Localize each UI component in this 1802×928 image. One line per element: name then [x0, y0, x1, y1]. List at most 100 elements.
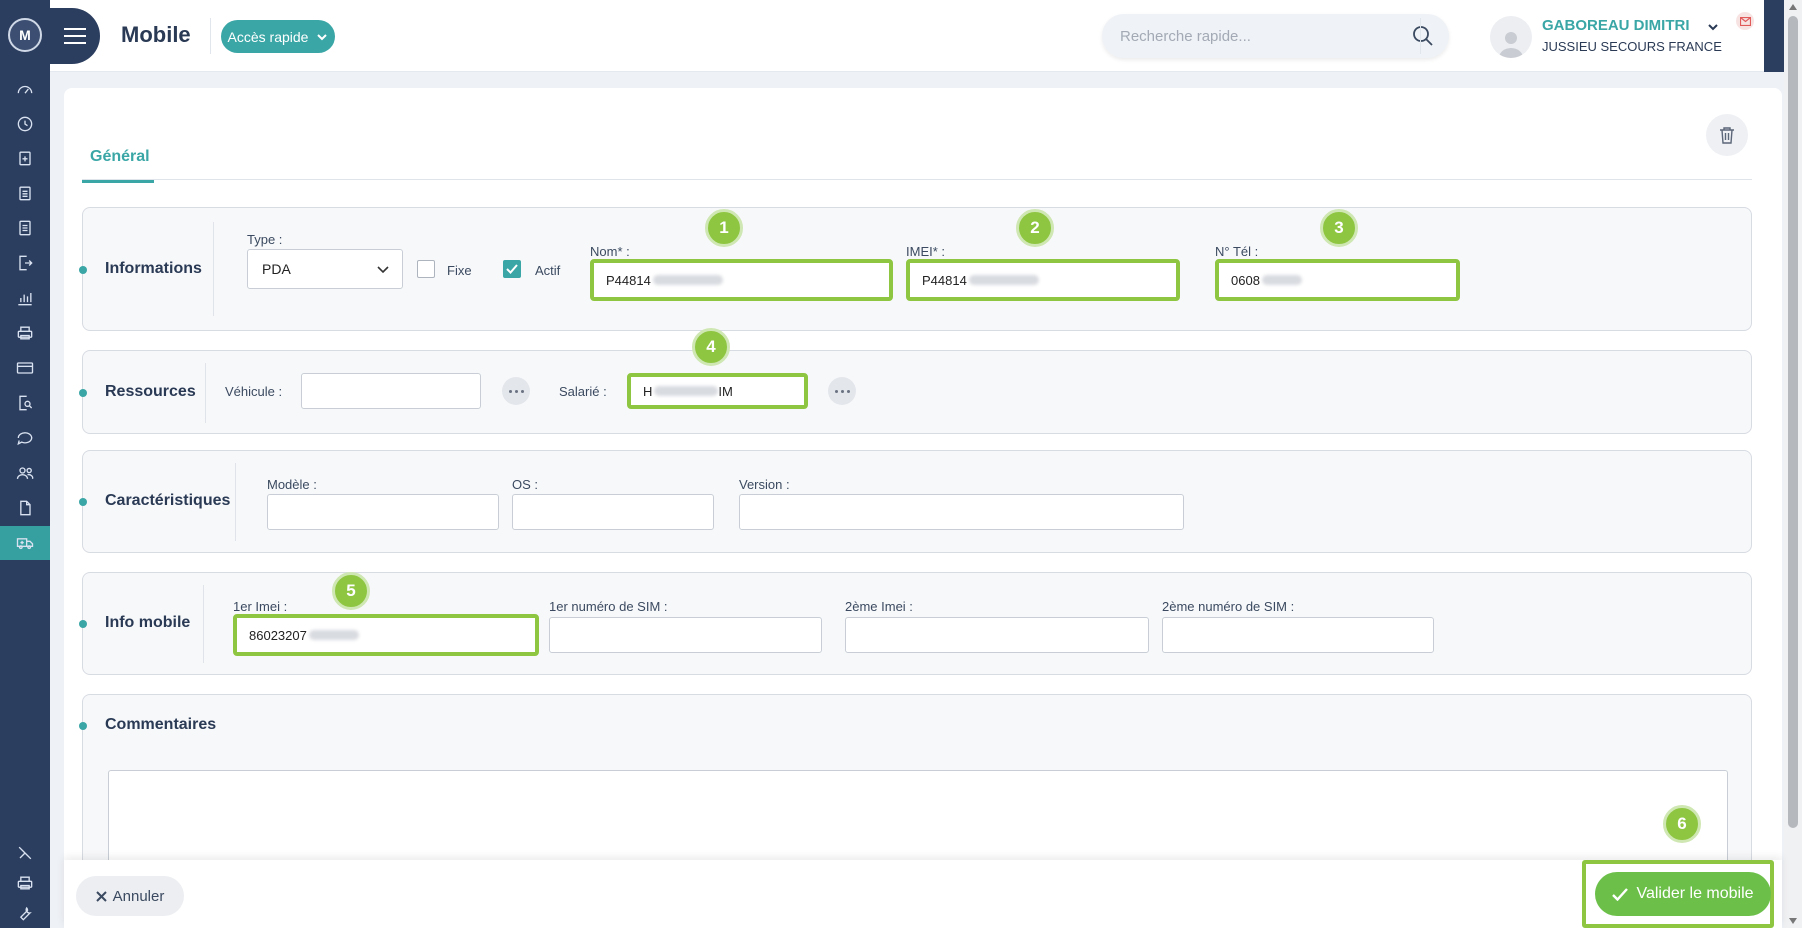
wrench-icon[interactable]	[0, 896, 50, 928]
section-title: Informations	[105, 260, 202, 277]
salarie-label: Salarié :	[559, 384, 607, 399]
imei1-input[interactable]: 86023207	[233, 614, 539, 656]
imei1-label: 1er Imei :	[233, 599, 288, 614]
scroll-up-icon[interactable]	[1789, 4, 1797, 10]
scrollbar-thumb[interactable]	[1788, 16, 1798, 828]
ambulance-icon[interactable]	[0, 526, 50, 560]
chevron-down-icon	[317, 33, 328, 40]
mail-icon[interactable]	[1736, 12, 1754, 30]
redacted-text	[654, 386, 719, 396]
tab-general[interactable]: Général	[90, 148, 150, 166]
section-title: Caractéristiques	[105, 492, 231, 509]
imei-label: IMEI* :	[906, 244, 946, 259]
vehicule-input[interactable]	[301, 373, 481, 409]
search-input[interactable]	[1120, 22, 1380, 50]
type-label: Type :	[247, 232, 283, 247]
fixe-label: Fixe	[447, 263, 472, 278]
section-bullet	[79, 266, 87, 274]
scroll-down-icon[interactable]	[1789, 918, 1797, 924]
check-icon	[1612, 887, 1629, 901]
vehicule-label: Véhicule :	[225, 384, 283, 399]
imei2-input[interactable]	[845, 617, 1149, 653]
tools-icon[interactable]	[0, 836, 50, 870]
printer-icon[interactable]	[0, 316, 50, 350]
step-badge-6: 6	[1663, 805, 1701, 843]
clipboard-plus-icon[interactable]	[0, 141, 50, 175]
sim1-label: 1er numéro de SIM :	[549, 599, 668, 614]
menu-toggle-button[interactable]	[50, 8, 100, 64]
quick-search	[1102, 14, 1449, 58]
step-badge-5: 5	[332, 572, 370, 610]
modele-input[interactable]	[267, 494, 499, 530]
sim2-input[interactable]	[1162, 617, 1434, 653]
salarie-input[interactable]: H IM	[627, 373, 808, 409]
cancel-button[interactable]: Annuler	[76, 876, 184, 916]
users-icon[interactable]	[0, 456, 50, 490]
check-icon	[506, 264, 518, 274]
topbar-divider	[1420, 18, 1421, 54]
credit-card-icon[interactable]	[0, 351, 50, 385]
active-tab-indicator	[82, 180, 154, 183]
redacted-text	[652, 275, 723, 285]
section-divider	[205, 363, 206, 423]
tabs-divider	[82, 179, 1752, 180]
type-select[interactable]: PDA	[247, 249, 403, 289]
imei2-label: 2ème Imei :	[845, 599, 913, 614]
salarie-more-button[interactable]	[828, 377, 856, 405]
fixe-checkbox[interactable]	[417, 260, 435, 278]
section-informations: Informations Type : PDA Fixe Actif Nom* …	[79, 207, 1752, 331]
modele-label: Modèle :	[267, 477, 317, 492]
vehicule-more-button[interactable]	[502, 377, 530, 405]
chart-icon[interactable]	[0, 281, 50, 315]
left-sidebar: M	[0, 0, 50, 928]
section-title: Ressources	[105, 383, 196, 400]
chevron-down-icon[interactable]	[1706, 20, 1720, 34]
step-badge-4: 4	[692, 328, 730, 366]
section-bullet	[79, 722, 87, 730]
section-bullet	[79, 498, 87, 506]
sim1-input[interactable]	[549, 617, 822, 653]
file-icon[interactable]	[0, 491, 50, 525]
page-title: Mobile	[121, 22, 191, 47]
close-icon	[95, 890, 107, 902]
tel-input[interactable]: 0608	[1215, 259, 1460, 301]
app-logo[interactable]: M	[8, 18, 42, 52]
step-badge-1: 1	[705, 209, 743, 247]
document-export-icon[interactable]	[0, 246, 50, 280]
section-divider	[203, 585, 204, 663]
page-scrollbar[interactable]	[1784, 0, 1802, 928]
version-input[interactable]	[739, 494, 1184, 530]
form-footer: Annuler Valider le mobile	[64, 860, 1782, 928]
top-bar: Mobile Accès rapide GABOREAU DIMITRI JUS…	[50, 0, 1802, 72]
section-divider	[213, 222, 214, 316]
actif-label: Actif	[535, 263, 561, 278]
validate-button[interactable]: Valider le mobile	[1595, 872, 1771, 916]
redacted-text	[968, 275, 1039, 285]
version-label: Version :	[739, 477, 790, 492]
search-icon[interactable]	[1411, 24, 1435, 48]
os-input[interactable]	[512, 494, 714, 530]
redacted-text	[308, 630, 359, 640]
step-badge-2: 2	[1016, 209, 1054, 247]
section-caracteristiques: Caractéristiques Modèle : OS : Version :	[79, 450, 1752, 553]
nom-label: Nom* :	[590, 244, 630, 259]
section-title: Info mobile	[105, 614, 191, 631]
chat-icon[interactable]	[0, 421, 50, 455]
user-name[interactable]: GABOREAU DIMITRI	[1542, 17, 1690, 34]
actif-checkbox[interactable]	[503, 260, 521, 278]
delete-button[interactable]	[1706, 114, 1748, 156]
nom-input[interactable]: P44814	[590, 259, 893, 301]
user-organization: JUSSIEU SECOURS FRANCE	[1542, 39, 1722, 54]
clock-icon[interactable]	[0, 107, 50, 141]
section-title: Commentaires	[105, 716, 217, 733]
printer-icon[interactable]	[0, 866, 50, 900]
dashboard-icon[interactable]	[0, 72, 50, 106]
quick-access-dropdown[interactable]: Accès rapide	[221, 20, 335, 53]
imei-input[interactable]: P44814	[906, 259, 1180, 301]
document-list-icon[interactable]	[0, 211, 50, 245]
avatar[interactable]	[1490, 16, 1532, 58]
document-search-icon[interactable]	[0, 386, 50, 420]
sim2-label: 2ème numéro de SIM :	[1162, 599, 1295, 614]
clipboard-list-icon[interactable]	[0, 176, 50, 210]
step-badge-3: 3	[1320, 209, 1358, 247]
